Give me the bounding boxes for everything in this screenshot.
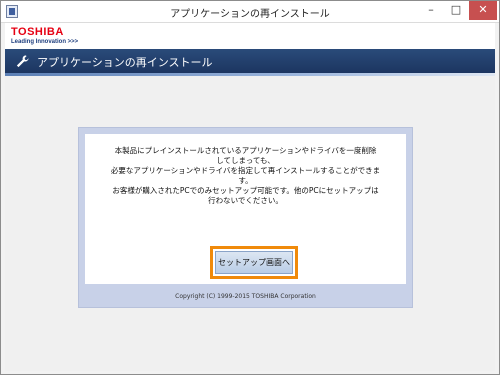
setup-button-highlight: セットアップ画面へ [210, 246, 298, 279]
brand-bar: TOSHIBA Leading Innovation >>> [5, 23, 495, 49]
message-line: 必要なアプリケーションやドライバを指定して再インストールすることができま [110, 166, 381, 175]
minimize-button[interactable]: – [418, 1, 444, 20]
client-area: TOSHIBA Leading Innovation >>> アプリケーションの… [5, 23, 495, 371]
page-title: アプリケーションの再インストール [37, 56, 213, 69]
wrench-icon [16, 55, 29, 68]
dialog-content: 本製品にプレインストールされているアプリケーションやドライバを一度削除 してしま… [85, 134, 406, 284]
message-line: 本製品にプレインストールされているアプリケーションやドライバを一度削除 [114, 146, 377, 155]
page-header: アプリケーションの再インストール [5, 49, 495, 76]
title-bar[interactable]: アプリケーションの再インストール – □ ✕ [1, 1, 499, 23]
maximize-button[interactable]: □ [444, 1, 468, 20]
instruction-message: 本製品にプレインストールされているアプリケーションやドライバを一度削除 してしま… [95, 146, 396, 206]
dialog-panel: 本製品にプレインストールされているアプリケーションやドライバを一度削除 してしま… [78, 127, 413, 308]
close-button[interactable]: ✕ [469, 1, 497, 20]
setup-screen-button[interactable]: セットアップ画面へ [215, 251, 293, 274]
application-window: アプリケーションの再インストール – □ ✕ TOSHIBA Leading I… [0, 0, 500, 375]
message-line: お客様が購入されたPCでのみセットアップ可能です。他のPCにセットアップは [112, 186, 379, 195]
copyright-text: Copyright (C) 1999-2015 TOSHIBA Corporat… [175, 293, 316, 300]
message-line: してしまっても、 [216, 156, 275, 165]
message-line: 行わないでください。 [208, 196, 283, 205]
toshiba-logo: TOSHIBA [11, 26, 64, 38]
message-line: す。 [238, 176, 253, 185]
logo-tagline: Leading Innovation >>> [11, 39, 79, 45]
